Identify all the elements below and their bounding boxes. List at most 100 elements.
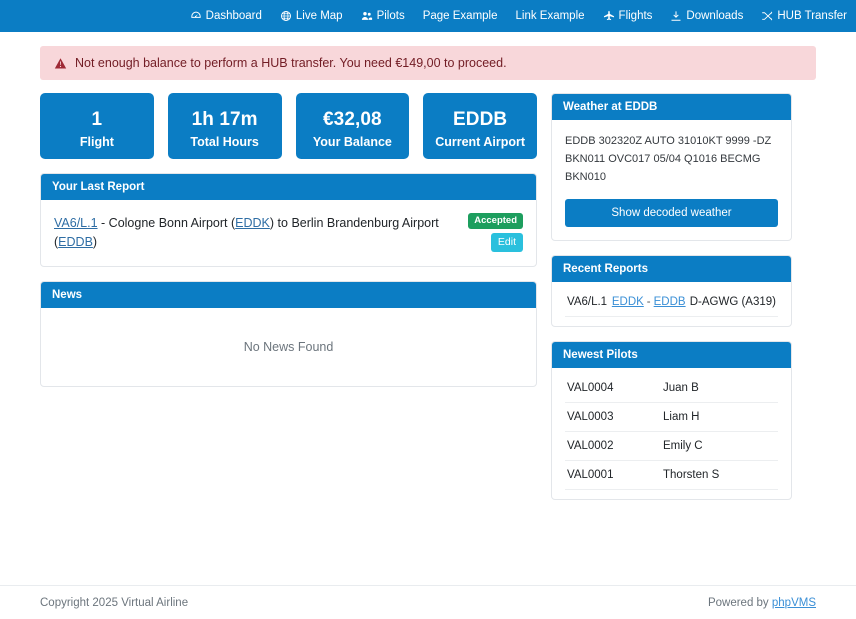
recent-reports-table: VA6/L.1 EDDK - EDDB D-AGWG (A319): [565, 288, 778, 318]
departure-airport-name: Cologne Bonn Airport: [108, 216, 228, 230]
news-title: News: [41, 282, 536, 308]
nav-item-label: HUB Transfer: [777, 10, 847, 22]
download-icon: [670, 10, 682, 22]
table-row[interactable]: VA6/L.1 EDDK - EDDB D-AGWG (A319): [565, 288, 778, 318]
metar-text: EDDB 302320Z AUTO 31010KT 9999 -DZ BKN01…: [565, 135, 772, 183]
newest-pilots-card: Newest Pilots VAL0004 Juan B VAL0003 Lia…: [551, 341, 792, 501]
nav-item-downloads[interactable]: Downloads: [661, 0, 752, 32]
nav-item-flights[interactable]: Flights: [594, 0, 662, 32]
nav-item-label: Dashboard: [205, 10, 262, 22]
stat-value: EDDB: [453, 109, 508, 130]
recent-reports-title: Recent Reports: [552, 256, 791, 283]
stat-label: Total Hours: [190, 134, 259, 149]
news-empty-state: No News Found: [243, 340, 334, 354]
pilot-name: Juan B: [661, 374, 778, 404]
nav-item-link-example[interactable]: Link Example: [507, 0, 594, 32]
dashboard-columns: 1 Flight 1h 17m Total Hours €32,08 Your …: [40, 93, 816, 514]
nav-item-label: Flights: [618, 10, 653, 22]
nav-item-page-example[interactable]: Page Example: [414, 0, 507, 32]
pilot-code: VAL0002: [565, 431, 661, 462]
pilot-name: Emily C: [661, 431, 778, 462]
weather-card: Weather at EDDB EDDB 302320Z AUTO 31010K…: [551, 93, 792, 242]
stat-card-current-airport[interactable]: EDDB Current Airport: [423, 93, 537, 159]
dash-separator: -: [97, 216, 109, 230]
stat-card-flights[interactable]: 1 Flight: [40, 93, 154, 159]
pilot-name: Liam H: [661, 402, 778, 433]
globe-icon: [280, 10, 292, 22]
footer-powered-by: Powered by phpVMS: [708, 597, 816, 609]
balance-alert: Not enough balance to perform a HUB tran…: [40, 46, 816, 80]
nav-item-label: Downloads: [686, 10, 744, 22]
newest-pilots-table: VAL0004 Juan B VAL0003 Liam H VAL0002 Em…: [565, 374, 778, 491]
table-row[interactable]: VAL0002 Emily C: [565, 431, 778, 462]
plane-icon: [603, 10, 615, 22]
left-column: 1 Flight 1h 17m Total Hours €32,08 Your …: [40, 93, 537, 401]
table-row[interactable]: VAL0003 Liam H: [565, 402, 778, 433]
pilots-icon: [361, 10, 373, 22]
page-footer: Copyright 2025 Virtual Airline Powered b…: [0, 585, 856, 619]
nav-item-label: Link Example: [515, 10, 585, 22]
stat-value: 1h 17m: [191, 109, 258, 130]
main-navbar: Dashboard Live Map Pilots Page Example L…: [0, 0, 856, 32]
route-arrival-link[interactable]: EDDB: [654, 296, 686, 308]
nav-item-label: Live Map: [295, 10, 343, 22]
stat-label: Current Airport: [435, 134, 526, 149]
nav-item-live-map[interactable]: Live Map: [271, 0, 352, 32]
warning-triangle-icon: [54, 57, 67, 70]
recent-reports-body: VA6/L.1 EDDK - EDDB D-AGWG (A319): [552, 282, 791, 326]
nav-item-hub-transfer[interactable]: HUB Transfer: [752, 0, 856, 32]
report-route: EDDK - EDDB: [609, 288, 688, 318]
weather-title: Weather at EDDB: [552, 94, 791, 120]
newest-pilots-body: VAL0004 Juan B VAL0003 Liam H VAL0002 Em…: [552, 368, 791, 499]
pilot-code: VAL0001: [565, 460, 661, 491]
last-report-actions: Accepted Edit: [468, 213, 523, 253]
report-aircraft: D-AGWG (A319): [687, 288, 778, 318]
recent-reports-card: Recent Reports VA6/L.1 EDDK - EDDB D-AGWG …: [551, 255, 792, 328]
page-content: Not enough balance to perform a HUB tran…: [0, 32, 856, 585]
arrival-airport-name: Berlin Brandenburg Airport: [291, 216, 439, 230]
footer-copyright: Copyright 2025 Virtual Airline: [40, 596, 189, 609]
paren-close: ): [92, 234, 98, 249]
last-report-body: VA6/L.1 - Cologne Bonn Airport (EDDK) to…: [41, 200, 536, 266]
stat-cards: 1 Flight 1h 17m Total Hours €32,08 Your …: [40, 93, 537, 159]
right-column: Weather at EDDB EDDB 302320Z AUTO 31010K…: [551, 93, 792, 514]
nav-item-label: Page Example: [422, 10, 498, 22]
nav-item-label: Pilots: [376, 10, 405, 22]
transfer-icon: [761, 10, 773, 22]
stat-label: Flight: [79, 134, 114, 149]
stat-card-balance[interactable]: €32,08 Your Balance: [295, 93, 410, 159]
nav-item-dashboard[interactable]: Dashboard: [181, 0, 271, 32]
last-report-row: VA6/L.1 - Cologne Bonn Airport (EDDK) to…: [54, 213, 523, 253]
report-flight-number: VA6/L.1: [565, 288, 610, 318]
route-departure-link[interactable]: EDDK: [612, 296, 644, 308]
news-card: News No News Found: [40, 281, 537, 387]
pilot-name: Thorsten S: [661, 460, 778, 491]
table-row[interactable]: VAL0001 Thorsten S: [565, 460, 778, 491]
dashboard-icon: [190, 10, 202, 22]
stat-value: 1: [91, 109, 103, 130]
navbar-items: Dashboard Live Map Pilots Page Example L…: [181, 0, 856, 32]
alert-message: Not enough balance to perform a HUB tran…: [75, 56, 507, 70]
stat-card-total-hours[interactable]: 1h 17m Total Hours: [167, 93, 282, 159]
last-report-card: Your Last Report VA6/L.1 - Cologne Bonn …: [40, 173, 537, 267]
show-decoded-weather-button[interactable]: Show decoded weather: [565, 199, 778, 228]
route-separator: -: [646, 296, 651, 309]
nav-item-pilots[interactable]: Pilots: [352, 0, 414, 32]
pilot-code: VAL0003: [565, 402, 661, 433]
stat-value: €32,08: [323, 109, 382, 130]
pilot-code: VAL0004: [565, 374, 661, 404]
departure-code-link[interactable]: EDDK: [235, 216, 270, 230]
table-row[interactable]: VAL0004 Juan B: [565, 374, 778, 404]
edit-report-button[interactable]: Edit: [490, 232, 523, 253]
flight-number-link[interactable]: VA6/L.1: [54, 216, 98, 230]
last-report-text: VA6/L.1 - Cologne Bonn Airport (EDDK) to…: [54, 213, 458, 252]
newest-pilots-title: Newest Pilots: [552, 342, 791, 369]
stat-label: Your Balance: [312, 134, 392, 149]
paren-open: (: [227, 216, 236, 230]
status-badge: Accepted: [468, 213, 523, 229]
weather-body: EDDB 302320Z AUTO 31010KT 9999 -DZ BKN01…: [552, 120, 791, 240]
arrival-code-link[interactable]: EDDB: [58, 235, 93, 249]
phpvms-link[interactable]: phpVMS: [772, 597, 816, 609]
last-report-title: Your Last Report: [41, 174, 536, 200]
powered-by-label: Powered by: [707, 596, 772, 609]
